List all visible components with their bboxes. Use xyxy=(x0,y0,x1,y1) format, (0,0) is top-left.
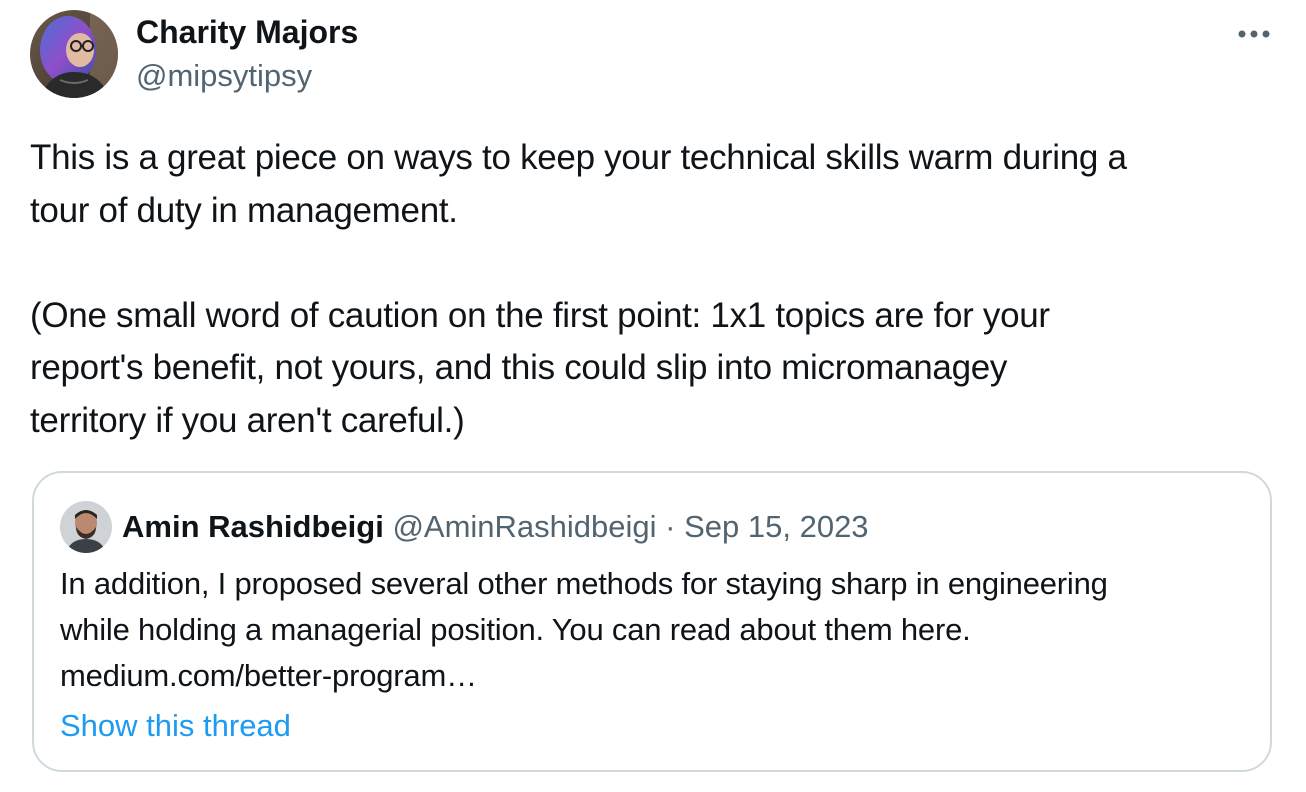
author-name[interactable]: Charity Majors xyxy=(136,12,358,52)
show-thread-link[interactable]: Show this thread xyxy=(60,704,291,748)
more-options-button[interactable] xyxy=(1232,14,1276,54)
quoted-author-name[interactable]: Amin Rashidbeigi xyxy=(122,509,384,544)
quoted-tweet-header: Amin Rashidbeigi @AminRashidbeigi · Sep … xyxy=(122,505,869,549)
quoted-tweet-card[interactable]: Amin Rashidbeigi @AminRashidbeigi · Sep … xyxy=(32,471,1272,772)
quoted-tweet-text: In addition, I proposed several other me… xyxy=(60,566,1108,693)
tweet: Charity Majors @mipsytipsy This is a gre… xyxy=(0,0,1306,792)
header-separator: · xyxy=(665,509,676,544)
tweet-text: This is a great piece on ways to keep yo… xyxy=(30,138,1127,440)
more-horizontal-icon xyxy=(1238,30,1270,38)
author-handle[interactable]: @mipsytipsy xyxy=(136,56,312,96)
quoted-author-handle[interactable]: @AminRashidbeigi xyxy=(392,509,656,544)
quoted-author-avatar xyxy=(60,501,112,553)
quoted-tweet-date[interactable]: Sep 15, 2023 xyxy=(684,509,868,544)
author-avatar[interactable] xyxy=(30,10,118,98)
